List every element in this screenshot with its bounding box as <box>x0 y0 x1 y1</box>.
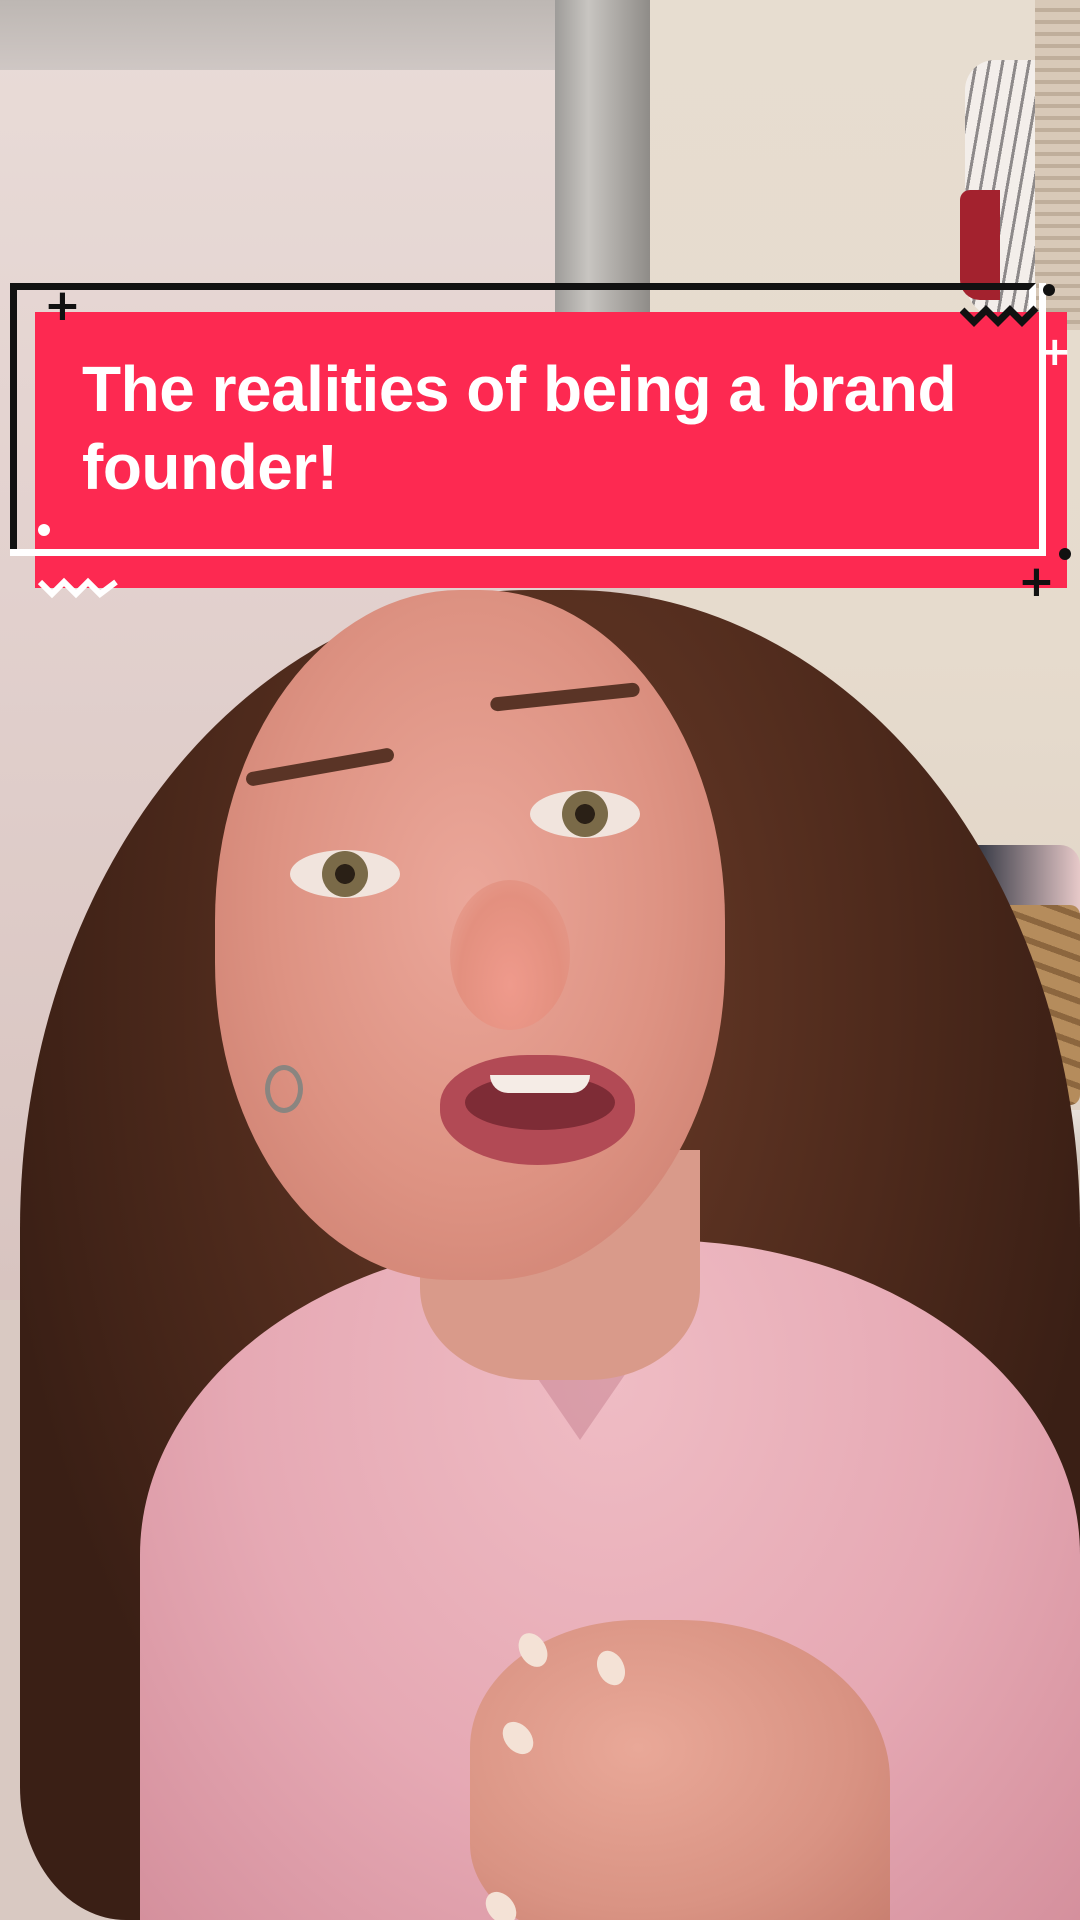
person-iris-right <box>562 791 608 837</box>
person-nose <box>450 880 570 1030</box>
plus-icon: + <box>44 280 81 331</box>
dot-icon <box>38 524 50 536</box>
person-earring <box>265 1065 303 1113</box>
video-frame[interactable]: The realities of being a brand founder! … <box>0 0 1080 1920</box>
background-ceiling <box>0 0 560 70</box>
dot-icon <box>1043 284 1055 296</box>
background-door-frame <box>555 0 650 320</box>
plus-icon: + <box>1038 329 1072 375</box>
plus-icon: + <box>1018 556 1055 607</box>
caption-title: The realities of being a brand founder! <box>82 353 957 503</box>
person-teeth <box>490 1075 590 1093</box>
zigzag-icon <box>960 305 1039 327</box>
dot-icon <box>1059 548 1071 560</box>
person-iris-left <box>322 851 368 897</box>
background-macrame <box>1035 0 1080 330</box>
zigzag-icon <box>38 577 118 599</box>
